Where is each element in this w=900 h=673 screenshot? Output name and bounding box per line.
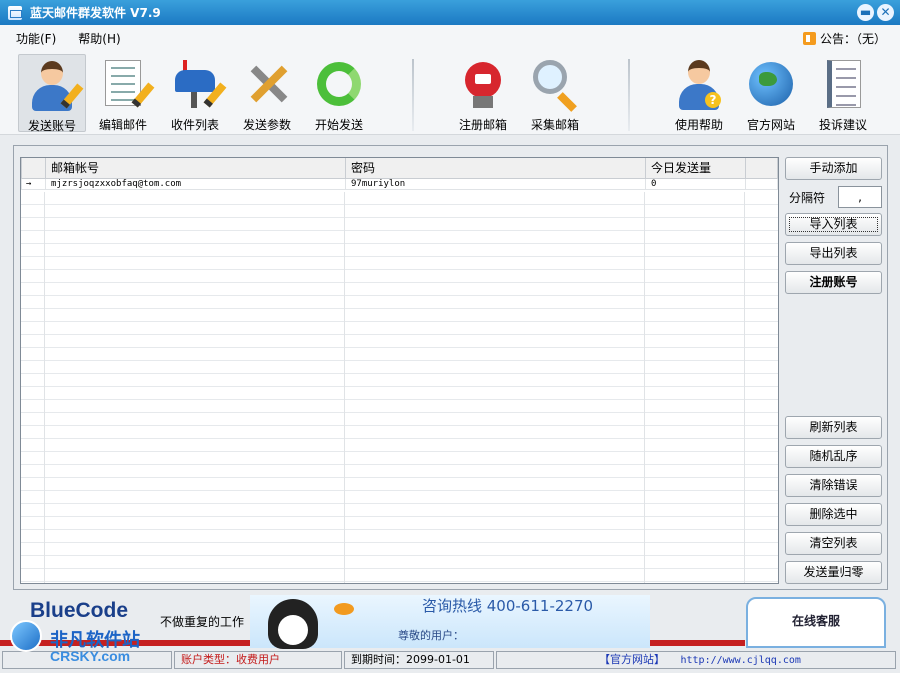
table-header-row: 邮箱帐号 密码 今日发送量 [21,158,778,179]
brand-slogan: 不做重复的工作 [160,615,245,629]
toolbar-send-accounts[interactable]: 发送账号 [18,54,86,133]
main-toolbar: 发送账号 编辑邮件 收件列表 发送参数 开始发送 注册邮箱 采集邮箱 ? 使用帮… [0,51,900,135]
window-title: 蓝天邮件群发软件 V7.9 [30,6,161,20]
table-row[interactable]: → mjzrsjoqzxxobfaq@tom.com 97muriylon 0 [21,177,778,190]
account-table[interactable]: 邮箱帐号 密码 今日发送量 → mjzrsjoqzxxobfaq@tom.com… [20,157,779,584]
toolbar-label: 注册邮箱 [458,118,507,132]
watermark-globe-icon [10,620,42,652]
tools-icon [241,58,293,110]
empty-grid-rows [21,192,778,583]
toolbar-separator [628,59,630,131]
toolbar-label: 使用帮助 [674,118,723,132]
online-service-panel[interactable]: 在线客服 [746,597,886,648]
reset-count-button[interactable]: 发送量归零 [785,561,882,584]
cell-password[interactable]: 97muriylon [345,177,646,190]
menu-bar: 功能(F) 帮助(H) 公告：（无） [0,25,900,51]
penguin-icon [268,599,318,649]
app-envelope-icon [8,5,22,20]
minimize-button[interactable]: ▬ [857,4,874,21]
cell-filler [745,177,778,190]
manual-add-button[interactable]: 手动添加 [785,157,882,180]
user-edit-icon [26,59,84,111]
toolbar-edit-mail[interactable]: 编辑邮件 [89,54,157,132]
red-divider [650,640,745,646]
clear-list-button[interactable]: 清空列表 [785,532,882,555]
notebook-icon [817,58,869,110]
close-button[interactable]: ✕ [877,4,894,21]
row-indicator: → [21,177,46,190]
toolbar-label: 编辑邮件 [98,118,147,132]
shuffle-button[interactable]: 随机乱序 [785,445,882,468]
watermark-logo: 非凡软件站 CRSKY.com [10,616,160,668]
indicator-column-header [21,158,46,179]
refresh-list-button[interactable]: 刷新列表 [785,416,882,439]
toolbar-label: 投诉建议 [818,118,867,132]
official-site-link[interactable]: http://www.cjlqq.com [681,655,801,666]
register-robot-icon [457,58,509,110]
import-list-button[interactable]: 导入列表 [785,213,882,236]
ad-image[interactable]: 咨询热线 400-611-2270 尊敬的用户： [250,595,650,649]
document-edit-icon [97,58,155,110]
account-type-status: 账户类型：收费用户 [174,651,342,669]
title-bar: 蓝天邮件群发软件 V7.9 ▬ ✕ [0,0,900,25]
column-header-email[interactable]: 邮箱帐号 [45,158,346,179]
toolbar-collect-mailbox[interactable]: 采集邮箱 [521,54,589,132]
watermark-en: CRSKY.com [50,648,131,664]
speaker-icon [802,32,816,45]
delete-selected-button[interactable]: 删除选中 [785,503,882,526]
greeting-text: 尊敬的用户： [398,629,464,642]
toolbar-label: 发送参数 [242,118,291,132]
toolbar-recipient-list[interactable]: 收件列表 [161,54,229,132]
toolbar-send-params[interactable]: 发送参数 [233,54,301,132]
toolbar-separator [412,59,414,131]
cell-email[interactable]: mjzrsjoqzxxobfaq@tom.com [45,177,346,190]
hotline-text: 咨询热线 400-611-2270 [422,597,594,615]
export-list-button[interactable]: 导出列表 [785,242,882,265]
expiry-status: 到期时间：2099-01-01 [344,651,494,669]
toolbar-label: 开始发送 [314,118,363,132]
column-header-filler [745,158,778,179]
notice-text: 公告：（无） [819,32,886,46]
penguin-beak-icon [334,603,354,615]
menu-function[interactable]: 功能(F) [16,30,56,47]
magnifier-icon [529,58,581,112]
toolbar-label: 收件列表 [170,118,219,132]
toolbar-label: 官方网站 [746,118,795,132]
user-help-icon: ? [673,58,725,110]
toolbar-label: 采集邮箱 [530,118,579,132]
toolbar-usage-help[interactable]: ? 使用帮助 [665,54,733,132]
toolbar-start-send[interactable]: 开始发送 [305,54,373,132]
online-service-title: 在线客服 [791,614,840,628]
separator-label: 分隔符 [789,191,826,205]
official-site-label[interactable]: 【官方网站】 [599,653,665,666]
cell-sent-today[interactable]: 0 [645,177,746,190]
toolbar-register-mailbox[interactable]: 注册邮箱 [449,54,517,132]
mailbox-icon [169,58,227,110]
notice-area: 公告：（无） [802,30,886,47]
column-header-password[interactable]: 密码 [345,158,646,179]
globe-icon [745,58,797,110]
register-account-button[interactable]: 注册账号 [785,271,882,294]
clear-errors-button[interactable]: 清除错误 [785,474,882,497]
toolbar-complaint[interactable]: 投诉建议 [809,54,877,132]
separator-input[interactable]: , [838,186,882,208]
refresh-cycle-icon [313,58,365,110]
toolbar-official-site[interactable]: 官方网站 [737,54,805,132]
toolbar-label: 发送账号 [27,119,76,133]
column-header-sent-today[interactable]: 今日发送量 [645,158,746,179]
menu-help[interactable]: 帮助(H) [78,30,120,47]
official-site-status: 【官方网站】 http://www.cjlqq.com [496,651,896,669]
